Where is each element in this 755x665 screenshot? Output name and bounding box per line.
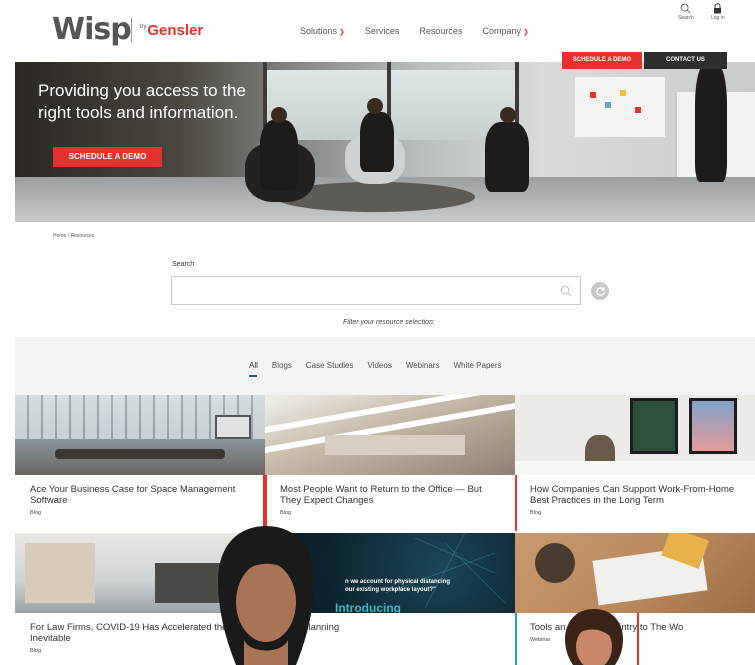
header-search-button[interactable]: Search bbox=[678, 3, 694, 21]
hero-headline-line: right tools and information. bbox=[38, 103, 239, 122]
breadcrumb[interactable]: Home / Resources bbox=[53, 233, 94, 239]
resource-card[interactable]: Ace Your Business Case for Space Managem… bbox=[15, 395, 265, 531]
card-title[interactable]: Ace Your Business Case for Space Managem… bbox=[30, 484, 250, 506]
hero-person-head bbox=[500, 107, 516, 123]
video-call-avatar-small bbox=[565, 609, 623, 665]
nav-item-services[interactable]: Services bbox=[365, 26, 400, 36]
card-image bbox=[515, 395, 755, 475]
nav-label: Company bbox=[482, 26, 521, 36]
card-caption: How Companies Can Support Work-From-Home… bbox=[515, 475, 755, 531]
tab-blogs[interactable]: Blogs bbox=[272, 361, 292, 370]
card-type: Blog bbox=[530, 510, 542, 516]
header-login-label: Log in bbox=[711, 15, 725, 21]
hero-sticky-note bbox=[635, 107, 641, 113]
active-tab-indicator bbox=[249, 375, 257, 377]
hero-headline: Providing you access to the right tools … bbox=[38, 80, 246, 124]
hero-sticky-note bbox=[605, 102, 611, 108]
nav-item-company[interactable]: Company ❯ bbox=[482, 26, 528, 36]
reset-search-button[interactable] bbox=[591, 282, 609, 300]
card-accent bbox=[515, 475, 517, 531]
gensler-by: by bbox=[140, 24, 147, 30]
hero-schedule-demo-button[interactable]: SCHEDULE A DEMO bbox=[53, 147, 162, 167]
resource-card[interactable]: How Companies Can Support Work-From-Home… bbox=[515, 395, 755, 531]
card-type: Blog bbox=[30, 510, 42, 516]
gensler-logo[interactable]: byGensler bbox=[140, 22, 203, 39]
hero-person bbox=[360, 112, 394, 172]
nav-item-resources[interactable]: Resources bbox=[419, 26, 462, 36]
header-search-label: Search bbox=[678, 15, 694, 21]
card-image bbox=[265, 395, 515, 475]
hero-sticky-note bbox=[590, 92, 596, 98]
card-title[interactable]: How Companies Can Support Work-From-Home… bbox=[530, 484, 740, 506]
lock-icon bbox=[714, 3, 722, 14]
hero-sticky-note bbox=[620, 90, 626, 96]
overlay-line: n we account for physical distancing bbox=[345, 579, 451, 585]
card-title[interactable]: Most People Want to Return to the Office… bbox=[280, 484, 500, 506]
contact-us-button[interactable]: CONTACT US bbox=[644, 52, 727, 69]
hero-headline-line: Providing you access to the bbox=[38, 81, 246, 100]
tab-webinars[interactable]: Webinars bbox=[406, 361, 440, 370]
gensler-wordmark: Gensler bbox=[147, 22, 204, 39]
nav-label: Services bbox=[364, 26, 400, 36]
hero-person-head bbox=[367, 98, 383, 114]
card-divider bbox=[637, 613, 639, 665]
card-image bbox=[15, 395, 265, 475]
video-call-avatar bbox=[218, 526, 314, 665]
hero-person bbox=[695, 62, 727, 182]
search-icon[interactable] bbox=[560, 285, 572, 297]
card-type: Blog bbox=[280, 510, 292, 516]
nav-label: Solutions bbox=[300, 26, 338, 36]
nav-label: Resources bbox=[419, 26, 463, 36]
resource-tabs: All Blogs Case Studies Videos Webinars W… bbox=[249, 361, 502, 377]
tab-label: All bbox=[249, 361, 258, 370]
filter-hint: Filter your resource selection: bbox=[343, 319, 435, 326]
overlay-line: our existing workplace layout?" bbox=[345, 587, 436, 593]
resource-card[interactable]: Tools an to Plan Re Entry to The Wo Webi… bbox=[515, 533, 755, 665]
chevron-down-icon: ❯ bbox=[522, 29, 529, 36]
tab-videos[interactable]: Videos bbox=[368, 361, 392, 370]
logo-divider bbox=[131, 18, 132, 42]
card-caption: Tools an to Plan Re Entry to The Wo Webi… bbox=[515, 613, 755, 665]
resource-card[interactable]: Most People Want to Return to the Office… bbox=[265, 395, 515, 531]
hero-whiteboard bbox=[575, 77, 665, 137]
nav-item-solutions[interactable]: Solutions ❯ bbox=[300, 26, 345, 36]
schedule-demo-button[interactable]: SCHEDULE A DEMO bbox=[562, 52, 642, 69]
header-login-button[interactable]: Log in bbox=[711, 3, 725, 21]
hero-person-head bbox=[271, 107, 287, 123]
main-nav: Solutions ❯ Services Resources Company ❯ bbox=[300, 26, 529, 36]
card-image bbox=[515, 533, 755, 613]
card-accent bbox=[515, 613, 517, 665]
chevron-down-icon: ❯ bbox=[339, 29, 345, 36]
hero-person bbox=[485, 122, 529, 192]
tab-case-studies[interactable]: Case Studies bbox=[306, 361, 354, 370]
tab-all[interactable]: All bbox=[249, 361, 258, 377]
search-input[interactable] bbox=[171, 276, 581, 305]
search-label: Search bbox=[172, 261, 195, 268]
hero-person bbox=[260, 120, 298, 190]
wisp-logo[interactable]: Wisp bbox=[52, 12, 132, 47]
search-icon bbox=[681, 3, 691, 14]
refresh-icon bbox=[595, 286, 605, 296]
card-overlay-quote: n we account for physical distancing our… bbox=[345, 578, 450, 594]
tab-white-papers[interactable]: White Papers bbox=[453, 361, 501, 370]
